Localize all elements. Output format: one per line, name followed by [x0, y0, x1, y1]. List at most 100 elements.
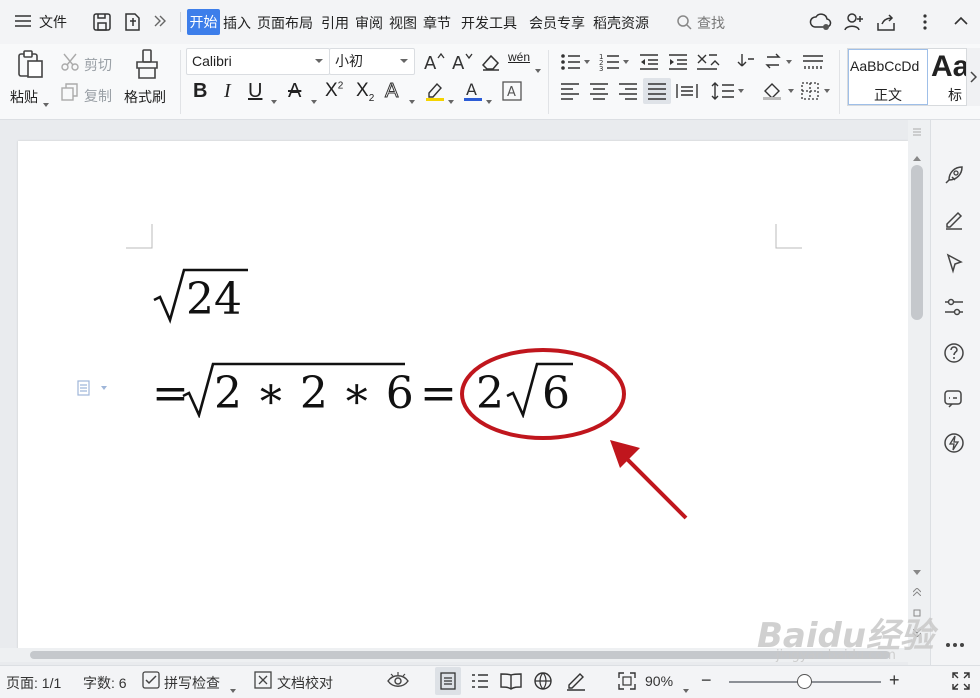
align-left-icon[interactable]: [560, 82, 580, 100]
tab-start[interactable]: 开始: [187, 9, 220, 35]
align-justify-icon[interactable]: [647, 82, 667, 100]
chevron-down-icon[interactable]: [271, 91, 277, 104]
prev-page-icon[interactable]: [912, 583, 922, 597]
scroll-up-icon[interactable]: [913, 148, 921, 161]
sort-icon[interactable]: [764, 51, 794, 73]
chevron-right-icon[interactable]: [969, 70, 978, 83]
spell-check-icon[interactable]: [142, 671, 160, 689]
save-icon[interactable]: [91, 11, 113, 33]
chevron-down-icon[interactable]: [43, 94, 49, 107]
paragraph-handle-icon[interactable]: [77, 380, 109, 396]
zoom-level[interactable]: 90%: [645, 673, 673, 689]
decrease-font-icon[interactable]: A: [451, 50, 473, 74]
flash-icon[interactable]: [943, 432, 965, 454]
scroll-top-icon[interactable]: [912, 124, 922, 136]
align-right-icon[interactable]: [618, 82, 638, 100]
chevron-down-icon[interactable]: [448, 91, 454, 104]
bold-button[interactable]: B: [193, 80, 207, 103]
distributed-align-icon[interactable]: [676, 82, 698, 100]
chinese-layout-icon[interactable]: [695, 51, 725, 73]
format-painter-icon[interactable]: [133, 48, 161, 82]
chevron-down-icon[interactable]: [230, 680, 236, 693]
doc-proof-button[interactable]: 文档校对: [277, 673, 333, 693]
paste-icon[interactable]: [14, 48, 46, 80]
subscript-button[interactable]: X2: [356, 80, 374, 104]
numbered-list-icon[interactable]: 123: [599, 52, 629, 73]
scroll-down-icon[interactable]: [913, 563, 921, 575]
phonetic-guide-button[interactable]: wén: [508, 50, 530, 64]
tab-review[interactable]: 审阅: [355, 13, 383, 33]
more-options-icon[interactable]: [922, 12, 928, 32]
italic-button[interactable]: I: [224, 80, 231, 103]
tab-references[interactable]: 引用: [321, 13, 349, 33]
show-marks-icon[interactable]: [801, 52, 825, 72]
chevron-down-icon[interactable]: [486, 91, 492, 104]
spell-check-button[interactable]: 拼写检查: [164, 673, 220, 693]
cloud-sync-icon[interactable]: [809, 11, 833, 33]
increase-indent-icon[interactable]: [667, 52, 689, 72]
tab-insert[interactable]: 插入: [223, 13, 251, 33]
search-label[interactable]: 查找: [697, 13, 725, 33]
chevron-down-icon[interactable]: [409, 91, 415, 104]
write-mode-icon[interactable]: [565, 671, 587, 691]
bullet-list-icon[interactable]: [560, 52, 590, 72]
text-direction-icon[interactable]: [734, 51, 756, 73]
fullscreen-icon[interactable]: [951, 671, 971, 691]
collapse-ribbon-icon[interactable]: [953, 14, 969, 26]
text-effect-button[interactable]: A: [384, 80, 398, 103]
reading-view-icon[interactable]: [500, 672, 522, 690]
adjust-sliders-icon[interactable]: [943, 296, 965, 318]
tab-chapter[interactable]: 章节: [423, 13, 451, 33]
shading-icon[interactable]: [761, 81, 795, 101]
vertical-scroll-thumb[interactable]: [911, 165, 923, 320]
more-dots-icon[interactable]: [944, 636, 966, 647]
word-count[interactable]: 字数: 6: [83, 673, 127, 693]
page-view-icon[interactable]: [440, 672, 456, 690]
eye-protection-icon[interactable]: [387, 672, 409, 690]
cursor-select-icon[interactable]: [943, 252, 965, 274]
rocket-icon[interactable]: [943, 164, 965, 186]
zoom-out-button[interactable]: −: [701, 670, 712, 691]
chevron-down-icon[interactable]: [683, 680, 689, 693]
add-user-icon[interactable]: [843, 11, 865, 33]
borders-icon[interactable]: [800, 81, 834, 101]
tab-view[interactable]: 视图: [389, 13, 417, 33]
paste-button[interactable]: 粘贴: [10, 87, 38, 107]
char-border-icon[interactable]: A: [502, 81, 522, 101]
align-center-icon[interactable]: [589, 82, 609, 100]
tab-page-layout[interactable]: 页面布局: [257, 13, 313, 33]
copy-icon[interactable]: [60, 82, 80, 102]
increase-font-icon[interactable]: A: [423, 50, 445, 74]
chevron-down-icon[interactable]: [311, 91, 317, 104]
style-heading-preview[interactable]: Aa: [931, 50, 969, 84]
search-icon[interactable]: [676, 14, 692, 30]
tab-developer[interactable]: 开发工具: [461, 13, 517, 33]
file-menu[interactable]: 文件: [39, 12, 67, 32]
highlighter-icon[interactable]: [424, 80, 446, 102]
cut-button[interactable]: 剪切: [84, 55, 112, 75]
format-painter-button[interactable]: 格式刷: [124, 87, 166, 107]
font-size-select[interactable]: 小初: [329, 48, 415, 75]
outline-view-icon[interactable]: [471, 672, 489, 690]
font-name-select[interactable]: Calibri: [186, 48, 330, 75]
strikethrough-button[interactable]: A: [288, 80, 301, 103]
zoom-slider-thumb[interactable]: [797, 674, 812, 689]
zoom-in-button[interactable]: +: [889, 670, 900, 691]
page-indicator[interactable]: 页面: 1/1: [6, 673, 61, 693]
export-pdf-icon[interactable]: [121, 11, 143, 33]
help-icon[interactable]: [943, 342, 965, 364]
share-icon[interactable]: [875, 11, 897, 33]
chevron-down-icon[interactable]: [535, 60, 541, 73]
scissors-icon[interactable]: [60, 52, 80, 72]
decrease-indent-icon[interactable]: [638, 52, 660, 72]
pen-edit-icon[interactable]: [943, 208, 965, 230]
copy-button[interactable]: 复制: [84, 86, 112, 106]
underline-button[interactable]: U: [248, 80, 262, 103]
tab-member[interactable]: 会员专享: [529, 13, 585, 33]
more-chevron-icon[interactable]: [153, 13, 167, 29]
font-color-icon[interactable]: A: [462, 80, 484, 102]
doc-proof-icon[interactable]: [254, 671, 272, 689]
web-view-icon[interactable]: [533, 671, 553, 691]
superscript-button[interactable]: X2: [325, 80, 343, 102]
clear-format-icon[interactable]: [480, 52, 502, 72]
